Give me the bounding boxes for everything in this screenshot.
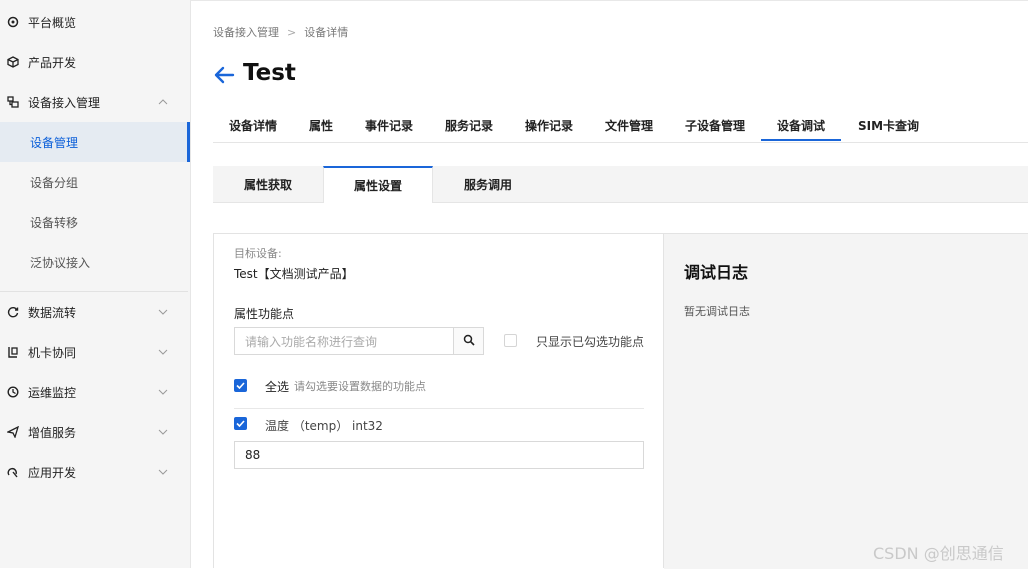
search-icon (463, 334, 475, 349)
debug-log-empty-text: 暂无调试日志 (684, 305, 750, 318)
sidebar-subitem-device-group[interactable]: 设备分组 (0, 162, 188, 202)
tab-file-management[interactable]: 文件管理 (605, 117, 653, 134)
breadcrumb-current: 设备详情 (304, 26, 349, 39)
target-device-label: 目标设备: (234, 247, 282, 260)
select-all-label: 全选 (265, 380, 290, 394)
tab-event-records[interactable]: 事件记录 (365, 117, 413, 134)
chevron-down-icon (158, 347, 168, 357)
debug-log-panel (664, 233, 1028, 569)
debug-log-title: 调试日志 (684, 263, 749, 282)
property-temp-label: 温度 （temp） int32 (265, 419, 383, 433)
tab-subdevice-management[interactable]: 子设备管理 (685, 117, 745, 134)
sidebar-item-value-added[interactable]: 增值服务 (0, 412, 188, 452)
sidebar-item-label: 机卡协同 (28, 345, 77, 360)
chevron-down-icon (158, 467, 168, 477)
sidebar-item-overview[interactable]: 平台概览 (0, 2, 188, 42)
tab-properties[interactable]: 属性 (309, 117, 333, 134)
sidebar-item-device-access[interactable]: 设备接入管理 (0, 82, 188, 122)
sidebar-item-label: 应用开发 (28, 465, 77, 480)
feature-search-input[interactable]: 请输入功能名称进行查询 (234, 327, 454, 355)
select-all-checkbox[interactable] (234, 379, 247, 392)
tab-sim-query[interactable]: SIM卡查询 (858, 117, 919, 134)
devices-icon (6, 95, 20, 109)
sidebar-subitem-label: 泛协议接入 (30, 255, 91, 270)
sim-link-icon (6, 345, 20, 359)
sidebar-item-label: 增值服务 (28, 425, 77, 440)
sidebar-subitem-label: 设备分组 (30, 175, 79, 190)
subtab-bar: 属性获取 属性设置 服务调用 (213, 166, 1028, 203)
only-checked-checkbox[interactable] (504, 334, 517, 347)
monitor-icon (6, 385, 20, 399)
feature-points-label: 属性功能点 (234, 307, 295, 321)
target-device-value: Test【文档测试产品】 (234, 267, 354, 281)
sidebar: 平台概览 产品开发 设备接入管理 设备管理 设备分组 设备转移 泛协议接入 数据… (0, 0, 191, 568)
sidebar-item-label: 平台概览 (28, 15, 77, 30)
sidebar-item-card-collab[interactable]: 机卡协同 (0, 332, 188, 372)
chevron-up-icon (158, 97, 168, 107)
page-title: Test (243, 60, 296, 86)
sidebar-item-app-dev[interactable]: 应用开发 (0, 452, 188, 492)
watermark: CSDN @创思通信 (873, 544, 1004, 563)
sidebar-subitem-device-transfer[interactable]: 设备转移 (0, 202, 188, 242)
send-icon (6, 425, 20, 439)
flow-icon (6, 305, 20, 319)
sidebar-item-label: 运维监控 (28, 385, 77, 400)
dashboard-icon (6, 15, 20, 29)
breadcrumb-separator: > (287, 26, 297, 39)
checkmark-icon (236, 420, 245, 427)
tab-operation-records[interactable]: 操作记录 (525, 117, 573, 134)
search-button[interactable] (453, 327, 484, 355)
sidebar-item-ops-monitor[interactable]: 运维监控 (0, 372, 188, 412)
app-icon (6, 465, 20, 479)
breadcrumb-parent[interactable]: 设备接入管理 (213, 26, 279, 39)
cube-icon (6, 55, 20, 69)
chevron-down-icon (158, 307, 168, 317)
checkmark-icon (236, 382, 245, 389)
sidebar-subitem-device-management[interactable]: 设备管理 (0, 122, 190, 162)
divider (234, 408, 644, 409)
breadcrumb: 设备接入管理 > 设备详情 (213, 24, 348, 40)
select-all-hint: 请勾选要设置数据的功能点 (294, 380, 426, 393)
tab-device-details[interactable]: 设备详情 (229, 117, 277, 134)
top-border (190, 0, 1028, 1)
chevron-down-icon (158, 387, 168, 397)
sidebar-item-label: 数据流转 (28, 305, 77, 320)
sidebar-subitem-label: 设备管理 (30, 135, 79, 150)
active-tab-indicator (761, 139, 841, 141)
sidebar-item-data-flow[interactable]: 数据流转 (0, 292, 188, 332)
sidebar-item-label: 产品开发 (28, 55, 77, 70)
subtab-property-get[interactable]: 属性获取 (213, 166, 323, 202)
property-temp-checkbox[interactable] (234, 417, 247, 430)
tab-device-debug[interactable]: 设备调试 (777, 117, 825, 134)
back-arrow-icon[interactable] (213, 64, 235, 86)
property-temp-value-input[interactable]: 88 (234, 441, 644, 469)
tab-service-records[interactable]: 服务记录 (445, 117, 493, 134)
sidebar-subitem-label: 设备转移 (30, 215, 79, 230)
only-checked-label: 只显示已勾选功能点 (536, 335, 645, 349)
chevron-down-icon (158, 427, 168, 437)
subtab-property-set[interactable]: 属性设置 (323, 166, 433, 203)
sidebar-subitem-generic-protocol[interactable]: 泛协议接入 (0, 242, 188, 282)
subtab-service-call[interactable]: 服务调用 (433, 166, 543, 202)
property-set-panel (213, 233, 664, 568)
sidebar-item-product-dev[interactable]: 产品开发 (0, 42, 188, 82)
sidebar-item-label: 设备接入管理 (28, 95, 101, 110)
